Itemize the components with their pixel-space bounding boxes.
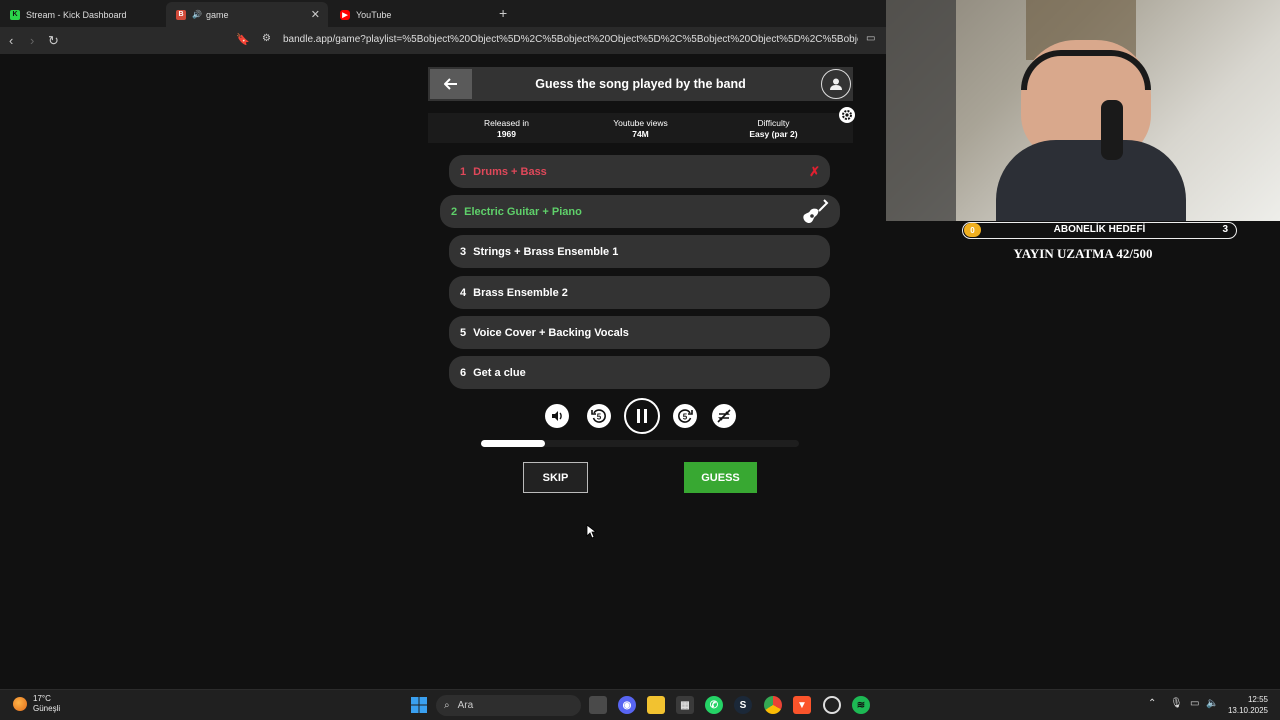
wrong-x-icon: ✗ [809,163,820,179]
clock-time: 12:55 [1247,695,1268,704]
pause-icon [637,409,647,423]
stream-extension-counter: YAYIN UZATMA 42/500 [1013,246,1153,261]
playback-progress[interactable] [481,440,799,447]
tab-youtube[interactable]: ▶ YouTube [330,2,495,27]
svg-text:5: 5 [683,413,688,422]
taskbar-clock[interactable]: 12:55 13.10.2025 [1228,694,1268,716]
skip-button[interactable]: SKIP [523,462,588,493]
guitar-icon [803,199,829,223]
cast-icon[interactable]: ▭ [866,33,875,44]
info-released: Released in 1969 [484,118,529,139]
game-title: Guess the song played by the band [535,77,746,91]
speaker-icon: 🔊 [192,10,202,19]
clock-date: 13.10.2025 [1227,706,1268,715]
tab-kick-dashboard[interactable]: K Stream - Kick Dashboard [0,2,165,27]
song-info-row: Released in 1969 Youtube views 74M Diffi… [428,113,853,143]
stem-item-current[interactable]: 2 Electric Guitar + Piano [440,195,840,228]
stem-item: 4 Brass Ensemble 2 [449,276,830,309]
sun-icon [13,697,27,711]
rewind-5-button[interactable]: 5 [587,404,611,428]
volume-icon[interactable]: 🔈 [1206,698,1218,709]
brave-icon[interactable]: ▼ [793,696,811,714]
store-icon[interactable]: ▦ [676,696,694,714]
microphone-icon[interactable]: 🎙 [1170,698,1183,709]
no-repeat-icon [717,409,731,423]
profile-button[interactable] [821,69,851,99]
weather-widget[interactable]: 17°C Güneşli [13,694,60,714]
person-shirt [996,140,1186,221]
pause-button[interactable] [624,398,660,434]
steam-icon[interactable]: S [734,696,752,714]
kick-icon: K [10,9,20,20]
bandle-icon: B [176,9,186,20]
chair [886,0,956,221]
forward-icon[interactable]: › [30,33,34,48]
stream-side-panel [886,221,1280,689]
address-bar: ‹ › ↻ 🔖 ⚙ bandle.app/game?playlist=%5Bob… [0,27,886,54]
windows-taskbar: 17°C Güneşli ⌕ Ara ◉ ▦ ✆ S ▼ ≋ ⌃ 🎙 ▭ 🔈 1… [0,689,1280,720]
stem-item: 1 Drums + Bass ✗ [449,155,830,188]
info-difficulty: Difficulty Easy (par 2) [749,118,798,139]
gear-icon[interactable] [839,107,855,123]
stem-item: 5 Voice Cover + Backing Vocals [449,316,830,349]
tab-label: YouTube [356,9,392,20]
stem-item: 3 Strings + Brass Ensemble 1 [449,235,830,268]
mouse-cursor-icon [586,524,596,539]
user-icon [830,78,842,90]
goal-max: 3 [1222,224,1228,235]
tab-game[interactable]: B 🔊 game ✕ [166,2,328,27]
tab-label: Stream - Kick Dashboard [26,9,127,20]
discord-icon[interactable]: ◉ [618,696,636,714]
new-tab-button[interactable]: + [499,5,507,21]
site-info-icon[interactable]: ⚙ [262,33,271,44]
webcam-feed [886,0,1280,221]
volume-button[interactable] [545,404,569,428]
taskbar-search[interactable]: ⌕ Ara [436,695,581,716]
headphones [1021,50,1151,90]
whatsapp-icon[interactable]: ✆ [705,696,723,714]
back-icon[interactable]: ‹ [9,33,13,48]
guess-button[interactable]: GUESS [684,462,757,493]
progress-fill [481,440,545,447]
info-views: Youtube views 74M [613,118,668,139]
browser-tab-bar: K Stream - Kick Dashboard B 🔊 game ✕ ▶ Y… [0,0,886,27]
fast-forward-icon: 5 [678,409,693,423]
bookmark-icon[interactable]: 🔖 [236,33,250,46]
page-content: Guess the song played by the band Releas… [0,54,886,689]
game-header: Guess the song played by the band [428,67,853,101]
app-icon[interactable] [823,696,841,714]
search-icon: ⌕ [444,700,450,711]
shuffle-off-button[interactable] [712,404,736,428]
microphone [1101,100,1123,160]
svg-text:5: 5 [597,413,602,422]
forward-5-button[interactable]: 5 [673,404,697,428]
close-tab-icon[interactable]: ✕ [311,8,320,21]
folder-icon[interactable] [647,696,665,714]
subscriber-goal-bar: 0 ABONELİK HEDEFİ 3 [962,222,1237,239]
weather-temp: 17°C [33,694,51,703]
url-field[interactable]: bandle.app/game?playlist=%5Bobject%20Obj… [283,34,858,45]
weather-desc: Güneşli [33,704,61,713]
goal-label: ABONELİK HEDEFİ [1053,224,1146,235]
reload-icon[interactable]: ↻ [48,33,59,49]
speaker-icon [552,411,562,421]
tab-label: game [205,9,229,20]
task-view-icon[interactable] [589,696,607,714]
stem-item: 6 Get a clue [449,356,830,389]
chevron-up-icon[interactable]: ⌃ [1148,698,1156,709]
windows-start-icon[interactable] [410,696,428,714]
youtube-icon: ▶ [340,9,350,20]
network-icon[interactable]: ▭ [1190,698,1199,709]
spotify-icon[interactable]: ≋ [852,696,870,714]
rewind-icon: 5 [591,409,606,423]
chrome-icon[interactable] [764,696,782,714]
